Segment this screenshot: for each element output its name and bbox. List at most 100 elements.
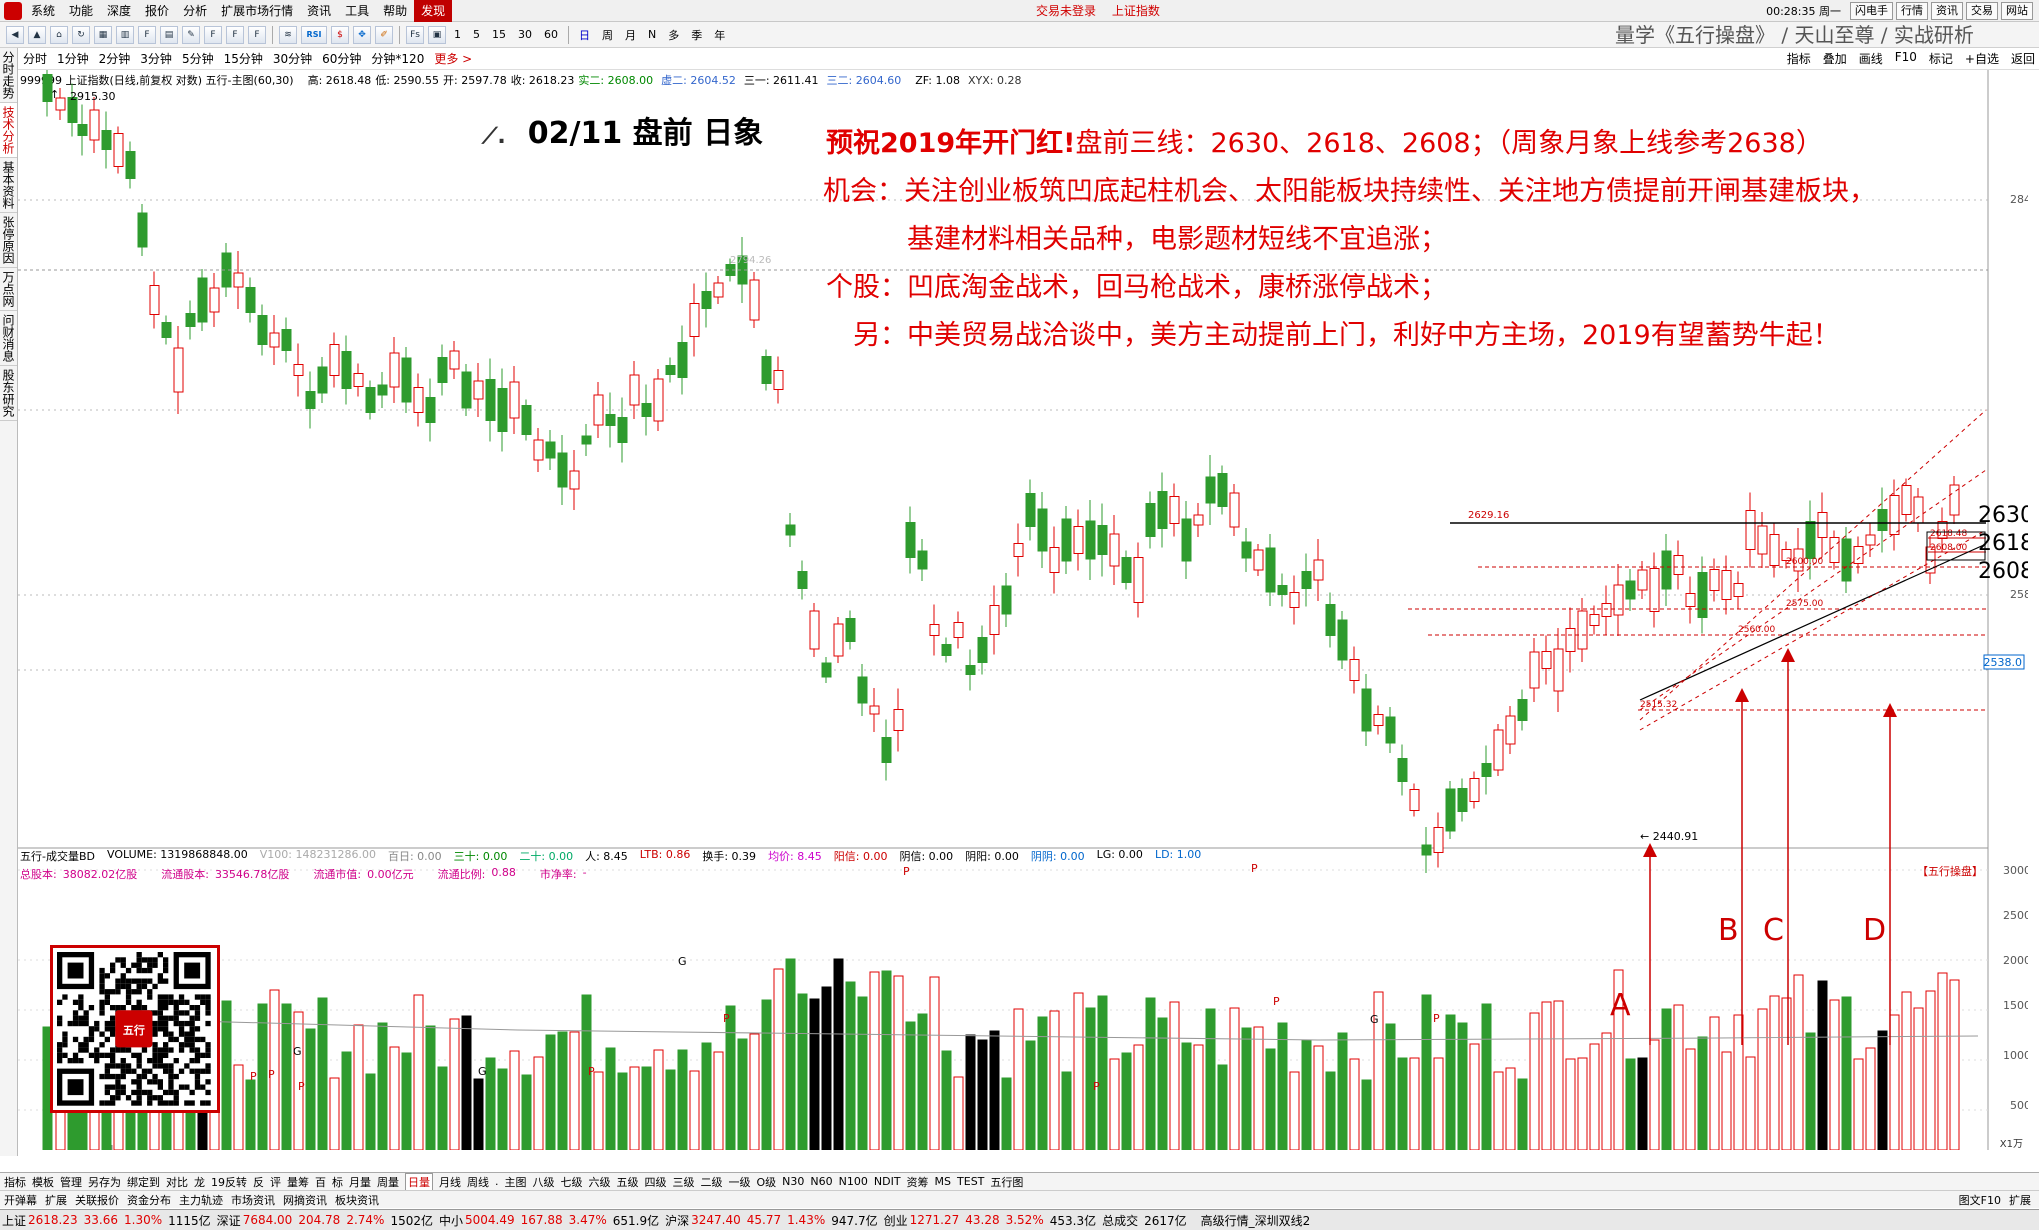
indicator-tab[interactable]: 主图 <box>505 1174 527 1190</box>
indicator-tab[interactable]: N30 <box>782 1175 804 1188</box>
indicator-tab[interactable]: 反 <box>253 1174 264 1190</box>
news-button[interactable]: 资讯 <box>1931 2 1963 20</box>
flash-trade-button[interactable]: 闪电手 <box>1850 2 1893 20</box>
menu-quote[interactable]: 报价 <box>138 0 176 22</box>
fd-icon[interactable]: F <box>248 25 266 44</box>
indicator-tab[interactable]: 另存为 <box>88 1174 121 1190</box>
period-tab-30min[interactable]: 30分钟 <box>273 50 312 67</box>
menu-news[interactable]: 资讯 <box>300 0 338 22</box>
info-tab[interactable]: 板块资讯 <box>335 1192 379 1208</box>
tool-drawline[interactable]: 画线 <box>1859 50 1883 67</box>
f10-fund-icon[interactable]: F <box>204 25 222 44</box>
period-n[interactable]: N <box>648 28 656 41</box>
nav-wandian[interactable]: 万点网 <box>0 268 17 311</box>
menu-discover[interactable]: 发现 <box>414 0 453 22</box>
indicator-tab[interactable]: 百 <box>315 1174 326 1190</box>
indicator-tab[interactable]: NDIT <box>874 1175 901 1188</box>
period-5min[interactable]: 5 <box>473 28 480 41</box>
rsi-icon[interactable]: RSI <box>301 25 327 44</box>
indicator-tab[interactable]: 五级 <box>617 1174 639 1190</box>
period-tab-3min[interactable]: 3分钟 <box>140 50 172 67</box>
menu-analysis[interactable]: 分析 <box>176 0 214 22</box>
period-multi[interactable]: 多 <box>668 27 679 43</box>
indicator-tab[interactable]: 四级 <box>645 1174 667 1190</box>
nav-shareholder[interactable]: 股东研究 <box>0 366 17 421</box>
hs-name[interactable]: 沪深 <box>665 1212 689 1229</box>
layout-icon[interactable]: ▣ <box>428 25 446 44</box>
menu-depth[interactable]: 深度 <box>100 0 138 22</box>
menu-tools[interactable]: 工具 <box>338 0 376 22</box>
cy-name[interactable]: 创业 <box>884 1212 908 1229</box>
indicator-tab[interactable]: 对比 <box>166 1174 188 1190</box>
indicator-tab[interactable]: 指标 <box>4 1174 26 1190</box>
menu-extended-market[interactable]: 扩展市场行情 <box>214 0 300 22</box>
zx-name[interactable]: 中小 <box>439 1212 463 1229</box>
refresh-icon[interactable]: ↻ <box>72 25 90 44</box>
period-tab-120min[interactable]: 分钟*120 <box>371 50 424 67</box>
indicator-tab[interactable]: 龙 <box>194 1174 205 1190</box>
period-week[interactable]: 周 <box>602 27 613 43</box>
indicator-tab[interactable]: O级 <box>757 1174 777 1190</box>
period-month[interactable]: 月 <box>625 27 636 43</box>
indicator-tab[interactable]: 资筹 <box>907 1174 929 1190</box>
forward-icon[interactable]: ▲ <box>28 25 46 44</box>
sz-name[interactable]: 深证 <box>217 1212 241 1229</box>
tool-f10[interactable]: F10 <box>1895 50 1917 67</box>
info-tab[interactable]: 关联报价 <box>75 1192 119 1208</box>
indicator-tab[interactable]: 八级 <box>533 1174 555 1190</box>
f10-icon[interactable]: F <box>138 25 156 44</box>
period-60min[interactable]: 60 <box>544 28 558 41</box>
period-30min[interactable]: 30 <box>518 28 532 41</box>
indicator-tab[interactable]: 六级 <box>589 1174 611 1190</box>
indicator-tab[interactable]: 日量 <box>405 1172 433 1191</box>
nav-wencai[interactable]: 问财消息 <box>0 311 17 366</box>
info-tab[interactable]: 市场资讯 <box>231 1192 275 1208</box>
menu-help[interactable]: 帮助 <box>376 0 414 22</box>
period-tab-2min[interactable]: 2分钟 <box>99 50 131 67</box>
tool-back[interactable]: 返回 <box>2011 50 2035 67</box>
info-tab[interactable]: 扩展 <box>45 1192 67 1208</box>
indicator-tab[interactable]: 五行图 <box>990 1174 1023 1190</box>
period-tab-fenshi[interactable]: 分时 <box>23 50 47 67</box>
indicator-tab[interactable]: 量筹 <box>287 1174 309 1190</box>
fs-icon[interactable]: Fs <box>406 25 424 44</box>
info-tab[interactable]: 开弹幕 <box>4 1192 37 1208</box>
bottom-right-tool[interactable]: 图文F10 <box>1959 1194 2001 1207</box>
period-tab-5min[interactable]: 5分钟 <box>182 50 214 67</box>
menu-function[interactable]: 功能 <box>62 0 100 22</box>
indicator-tab[interactable]: 管理 <box>60 1174 82 1190</box>
tool-add-watch[interactable]: +自选 <box>1965 50 1999 67</box>
nav-limit-reason[interactable]: 张停原因 <box>0 213 17 268</box>
info-tab[interactable]: 网摘资讯 <box>283 1192 327 1208</box>
indicator-tab[interactable]: 三级 <box>673 1174 695 1190</box>
trade-login-status[interactable]: 交易未登录 <box>1036 4 1096 18</box>
indicator-tab[interactable]: 模板 <box>32 1174 54 1190</box>
back-icon[interactable]: ◀ <box>6 25 24 44</box>
crosshair-icon[interactable]: ✥ <box>353 25 371 44</box>
nav-tech-analysis[interactable]: 技术分析 <box>0 103 17 158</box>
tool-indicator[interactable]: 指标 <box>1787 50 1811 67</box>
indicator-tab[interactable]: 月量 <box>349 1174 371 1190</box>
indicator-tab[interactable]: 19反转 <box>211 1174 247 1190</box>
dollar-icon[interactable]: $ <box>331 25 349 44</box>
trade-button[interactable]: 交易 <box>1966 2 1998 20</box>
pen-icon[interactable]: ✎ <box>182 25 200 44</box>
tool-mark[interactable]: 标记 <box>1929 50 1953 67</box>
indicator-tab[interactable]: MS <box>935 1175 951 1188</box>
indicator-tab[interactable]: 一级 <box>729 1174 751 1190</box>
indicator-tab[interactable]: 七级 <box>561 1174 583 1190</box>
period-tab-1min[interactable]: 1分钟 <box>57 50 89 67</box>
indicator-tab[interactable]: TEST <box>957 1175 984 1188</box>
website-button[interactable]: 网站 <box>2001 2 2033 20</box>
period-15min[interactable]: 15 <box>492 28 506 41</box>
indicator-tab[interactable]: 月线 <box>439 1174 461 1190</box>
period-tab-15min[interactable]: 15分钟 <box>224 50 263 67</box>
indicator-tab[interactable]: 评 <box>270 1174 281 1190</box>
indicator-tab[interactable]: N100 <box>839 1175 868 1188</box>
app-logo-icon[interactable] <box>4 1 22 20</box>
calc-icon[interactable]: ▤ <box>160 25 178 44</box>
compare-icon[interactable]: ≋ <box>279 25 297 44</box>
period-year[interactable]: 年 <box>714 27 725 43</box>
draw-icon[interactable]: ✐ <box>375 25 393 44</box>
nav-basic-info[interactable]: 基本资料 <box>0 158 17 213</box>
